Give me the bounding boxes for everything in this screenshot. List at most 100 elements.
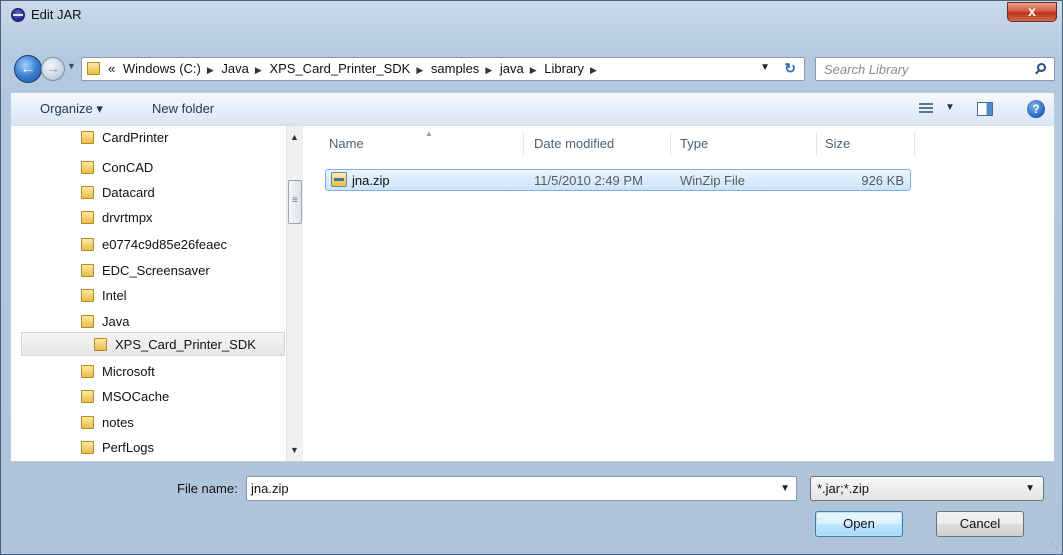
tree-item-label: EDC_Screensaver	[102, 263, 210, 278]
breadcrumb: « Windows (C:) ▶ Java ▶ XPS_Card_Printer_S…	[108, 61, 601, 76]
tree-item-edc-screensaver[interactable]: EDC_Screensaver	[81, 259, 281, 283]
open-button[interactable]: Open	[815, 511, 903, 537]
address-row: ← → ▼ « Windows (C:) ▶ Java ▶ XPS_Card_Pri…	[1, 51, 1062, 85]
tree-item-intel[interactable]: Intel	[81, 284, 281, 308]
file-name-label: File name:	[177, 481, 238, 496]
tree-item-label: Microsoft	[102, 364, 155, 379]
column-header-size[interactable]: Size	[825, 126, 850, 162]
folder-icon	[81, 441, 94, 454]
navigation-scrollbar[interactable]: ▲ ▼	[286, 126, 303, 461]
folder-icon	[81, 211, 94, 224]
close-button[interactable]: x	[1007, 2, 1057, 22]
new-folder-button[interactable]: New folder	[152, 101, 214, 116]
breadcrumb-overflow[interactable]: «	[108, 61, 115, 76]
file-size: 926 KB	[861, 173, 904, 188]
column-header-type[interactable]: Type	[680, 126, 708, 162]
back-button[interactable]: ←	[14, 55, 42, 83]
command-bar: Organize ▾ New folder ▼ ?	[10, 92, 1055, 125]
breadcrumb-item[interactable]: samples	[431, 61, 479, 76]
refresh-icon[interactable]: ↻	[784, 60, 796, 77]
breadcrumb-item[interactable]: Library	[544, 61, 584, 76]
file-row[interactable]: jna.zip 11/5/2010 2:49 PM WinZip File 92…	[325, 169, 911, 191]
tree-item-label: Java	[102, 314, 130, 329]
breadcrumb-chevron-icon[interactable]: ▶	[207, 65, 214, 75]
file-name: jna.zip	[352, 173, 390, 188]
view-options-dropdown-icon[interactable]: ▼	[945, 102, 955, 113]
breadcrumb-chevron-icon[interactable]: ▶	[590, 65, 597, 75]
folder-icon	[81, 161, 94, 174]
tree-item-label: XPS_Card_Printer_SDK	[115, 337, 256, 352]
file-name-value: jna.zip	[251, 481, 289, 496]
folder-icon	[81, 131, 94, 144]
breadcrumb-chevron-icon[interactable]: ▶	[530, 65, 537, 75]
cancel-button[interactable]: Cancel	[936, 511, 1024, 537]
search-icon[interactable]	[1037, 63, 1046, 72]
folder-icon	[81, 315, 94, 328]
breadcrumb-item[interactable]: XPS_Card_Printer_SDK	[269, 61, 410, 76]
tree-item-xps-card-printer-sdk[interactable]: XPS_Card_Printer_SDK	[21, 332, 285, 356]
file-type: WinZip File	[680, 173, 746, 188]
folder-icon	[81, 264, 94, 277]
tree-item-label: CardPrinter	[102, 130, 169, 145]
navigation-pane: CardPrinter ConCAD Datacard drvrtmpx e07…	[11, 126, 303, 461]
column-divider[interactable]	[816, 132, 817, 156]
file-type-filter-select[interactable]: *.jar;*.zip ▼	[810, 476, 1044, 501]
organize-button[interactable]: Organize ▾	[40, 101, 103, 117]
help-icon[interactable]: ?	[1027, 100, 1045, 118]
tree-item-e0774c9d85e26feaec[interactable]: e0774c9d85e26feaec	[81, 233, 281, 257]
breadcrumb-chevron-icon[interactable]: ▶	[255, 65, 262, 75]
folder-icon	[81, 416, 94, 429]
search-placeholder: Search Library	[824, 62, 909, 77]
tree-item-label: MSOCache	[102, 389, 170, 404]
tree-item-label: drvrtmpx	[102, 210, 153, 225]
file-name-dropdown-icon[interactable]: ▼	[780, 483, 790, 494]
tree-item-label: notes	[102, 415, 134, 430]
folder-icon	[81, 289, 94, 302]
file-name-field[interactable]: jna.zip ▼	[246, 476, 797, 501]
folder-icon	[87, 62, 100, 75]
folder-icon	[94, 338, 107, 351]
window-title: Edit JAR	[31, 7, 82, 22]
title-bar: Edit JAR x	[1, 1, 1062, 31]
tree-item-cardprinter[interactable]: CardPrinter	[81, 126, 281, 150]
breadcrumb-item[interactable]: Windows (C:)	[123, 61, 201, 76]
edit-jar-dialog: Edit JAR x ← → ▼ « Windows (C:) ▶ Java ▶ X…	[0, 0, 1063, 555]
breadcrumb-item[interactable]: Java	[221, 61, 248, 76]
tree-item-concad[interactable]: ConCAD	[81, 156, 281, 180]
tree-item-java[interactable]: Java	[81, 310, 281, 334]
address-bar[interactable]: « Windows (C:) ▶ Java ▶ XPS_Card_Printer_S…	[81, 57, 805, 81]
tree-item-datacard[interactable]: Datacard	[81, 181, 281, 205]
scroll-down-icon[interactable]: ▼	[290, 445, 299, 455]
breadcrumb-chevron-icon[interactable]: ▶	[485, 65, 492, 75]
eclipse-app-icon	[11, 8, 25, 22]
column-divider[interactable]	[670, 132, 671, 156]
tree-item-microsoft[interactable]: Microsoft	[81, 360, 281, 384]
file-type-dropdown-icon[interactable]: ▼	[1025, 483, 1035, 494]
tree-item-drvrtmpx[interactable]: drvrtmpx	[81, 206, 281, 230]
column-divider[interactable]	[523, 132, 524, 156]
recent-locations-dropdown-icon[interactable]: ▼	[67, 61, 76, 71]
scroll-up-icon[interactable]: ▲	[290, 132, 299, 142]
breadcrumb-item[interactable]: java	[500, 61, 524, 76]
forward-button[interactable]: →	[41, 57, 65, 81]
tree-item-label: ConCAD	[102, 160, 154, 175]
tree-item-label: e0774c9d85e26feaec	[102, 237, 228, 252]
search-input[interactable]: Search Library	[815, 57, 1055, 81]
breadcrumb-chevron-icon[interactable]: ▶	[416, 65, 423, 75]
column-header-name[interactable]: Name	[329, 126, 364, 162]
tree-item-notes[interactable]: notes	[81, 411, 281, 435]
change-view-icon[interactable]	[919, 103, 933, 115]
folder-icon	[81, 365, 94, 378]
content-area: CardPrinter ConCAD Datacard drvrtmpx e07…	[10, 125, 1055, 462]
tree-item-msocache[interactable]: MSOCache	[81, 385, 281, 409]
tree-item-label: PerfLogs	[102, 440, 155, 455]
address-history-dropdown-icon[interactable]: ▼	[760, 62, 770, 73]
scrollbar-thumb[interactable]	[288, 180, 302, 224]
tree-item-label: Intel	[102, 288, 127, 303]
preview-pane-icon[interactable]	[977, 102, 993, 116]
resize-grip-icon[interactable]: ⋱	[1050, 541, 1058, 550]
column-divider[interactable]	[914, 132, 915, 156]
file-date-modified: 11/5/2010 2:49 PM	[534, 173, 643, 188]
column-header-date-modified[interactable]: Date modified	[534, 126, 614, 162]
tree-item-perflogs[interactable]: PerfLogs	[81, 436, 281, 460]
